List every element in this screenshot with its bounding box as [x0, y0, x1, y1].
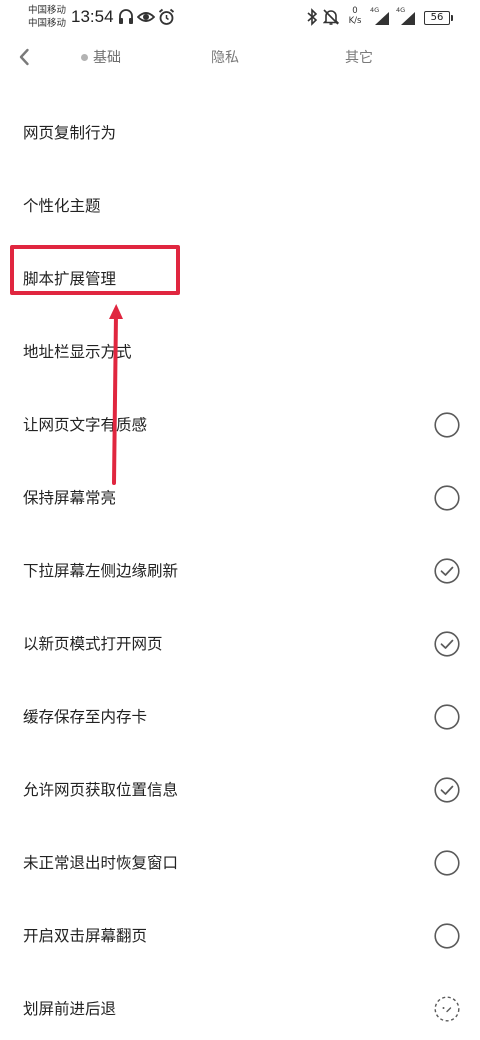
- signal-icon: [374, 11, 390, 30]
- carrier-names: 中国移动 中国移动: [28, 4, 66, 30]
- setting-label: 以新页模式打开网页: [23, 635, 163, 653]
- unchecked-circle-icon[interactable]: [434, 850, 460, 876]
- status-time: 13:54: [71, 7, 114, 26]
- setting-label: 开启双击屏幕翻页: [23, 927, 148, 945]
- setting-label: 个性化主题: [23, 197, 101, 215]
- unchecked-circle-icon[interactable]: [434, 412, 460, 438]
- setting-label: 地址栏显示方式: [23, 343, 132, 361]
- battery-level: 56: [430, 12, 444, 23]
- tab-basic[interactable]: 基础: [81, 48, 121, 68]
- tab-other[interactable]: 其它: [345, 48, 373, 68]
- alarm-icon: [158, 8, 175, 30]
- net-speed-unit: K/s: [348, 16, 362, 26]
- setting-row-cache-to-sd[interactable]: 缓存保存至内存卡: [0, 681, 480, 754]
- setting-row-script-extensions[interactable]: 脚本扩展管理: [0, 243, 480, 316]
- signal-icon: [400, 11, 416, 30]
- checked-circle-icon[interactable]: [434, 631, 460, 657]
- net-speed: 0 K/s: [345, 6, 365, 26]
- chevron-left-icon: [18, 48, 30, 70]
- checked-circle-icon[interactable]: [434, 777, 460, 803]
- setting-row-keep-screen-on[interactable]: 保持屏幕常亮: [0, 462, 480, 535]
- carrier-2: 中国移动: [28, 18, 67, 29]
- setting-row-copy-behavior[interactable]: 网页复制行为: [0, 97, 480, 170]
- battery-cap: [451, 15, 453, 21]
- setting-row-theme[interactable]: 个性化主题: [0, 170, 480, 243]
- setting-row-address-bar[interactable]: 地址栏显示方式: [0, 316, 480, 389]
- setting-label: 下拉屏幕左侧边缘刷新: [23, 562, 179, 580]
- tab-header: 基础 隐私 其它: [0, 38, 480, 80]
- tab-basic-label: 基础: [93, 50, 121, 66]
- tab-privacy-label: 隐私: [211, 50, 239, 66]
- unchecked-circle-icon[interactable]: [434, 485, 460, 511]
- setting-row-new-page-mode[interactable]: 以新页模式打开网页: [0, 608, 480, 681]
- setting-row-edge-refresh[interactable]: 下拉屏幕左侧边缘刷新: [0, 535, 480, 608]
- active-tab-dot: [81, 54, 88, 61]
- unchecked-circle-icon[interactable]: [434, 923, 460, 949]
- unchecked-circle-icon[interactable]: [434, 704, 460, 730]
- settings-screen: 中国移动 中国移动 13:54 0 K/s 4G 4G 56 基础 隐私 其它 …: [0, 0, 480, 1040]
- status-bar: 中国移动 中国移动 13:54 0 K/s 4G 4G 56: [0, 0, 480, 36]
- setting-label: 脚本扩展管理: [23, 270, 117, 288]
- setting-row-location[interactable]: 允许网页获取位置信息: [0, 754, 480, 827]
- mute-bell-icon: [322, 8, 340, 30]
- headphones-icon: [118, 8, 134, 30]
- back-button[interactable]: [10, 44, 38, 74]
- setting-label: 划屏前进后退: [23, 1000, 117, 1018]
- battery-icon: 56: [424, 11, 450, 25]
- tab-other-label: 其它: [345, 50, 373, 66]
- setting-row-text-texture[interactable]: 让网页文字有质感: [0, 389, 480, 462]
- settings-list: 网页复制行为 个性化主题 脚本扩展管理 地址栏显示方式 让网页文字有质感 保持屏…: [0, 97, 480, 1040]
- setting-label: 让网页文字有质感: [23, 416, 148, 434]
- setting-label: 未正常退出时恢复窗口: [23, 854, 179, 872]
- carrier-1: 中国移动: [28, 5, 67, 16]
- setting-row-double-tap-page[interactable]: 开启双击屏幕翻页: [0, 900, 480, 973]
- net-speed-value: 0: [352, 6, 358, 16]
- setting-label: 网页复制行为: [23, 124, 117, 142]
- loading-circle-icon[interactable]: [434, 996, 460, 1022]
- checked-circle-icon[interactable]: [434, 558, 460, 584]
- setting-label: 保持屏幕常亮: [23, 489, 117, 507]
- bluetooth-icon: [306, 8, 318, 30]
- setting-row-restore-windows[interactable]: 未正常退出时恢复窗口: [0, 827, 480, 900]
- setting-label: 缓存保存至内存卡: [23, 708, 148, 726]
- setting-label: 允许网页获取位置信息: [23, 781, 179, 799]
- tab-privacy[interactable]: 隐私: [211, 48, 239, 68]
- setting-row-swipe-navigation[interactable]: 划屏前进后退: [0, 973, 480, 1040]
- eye-icon: [136, 8, 156, 30]
